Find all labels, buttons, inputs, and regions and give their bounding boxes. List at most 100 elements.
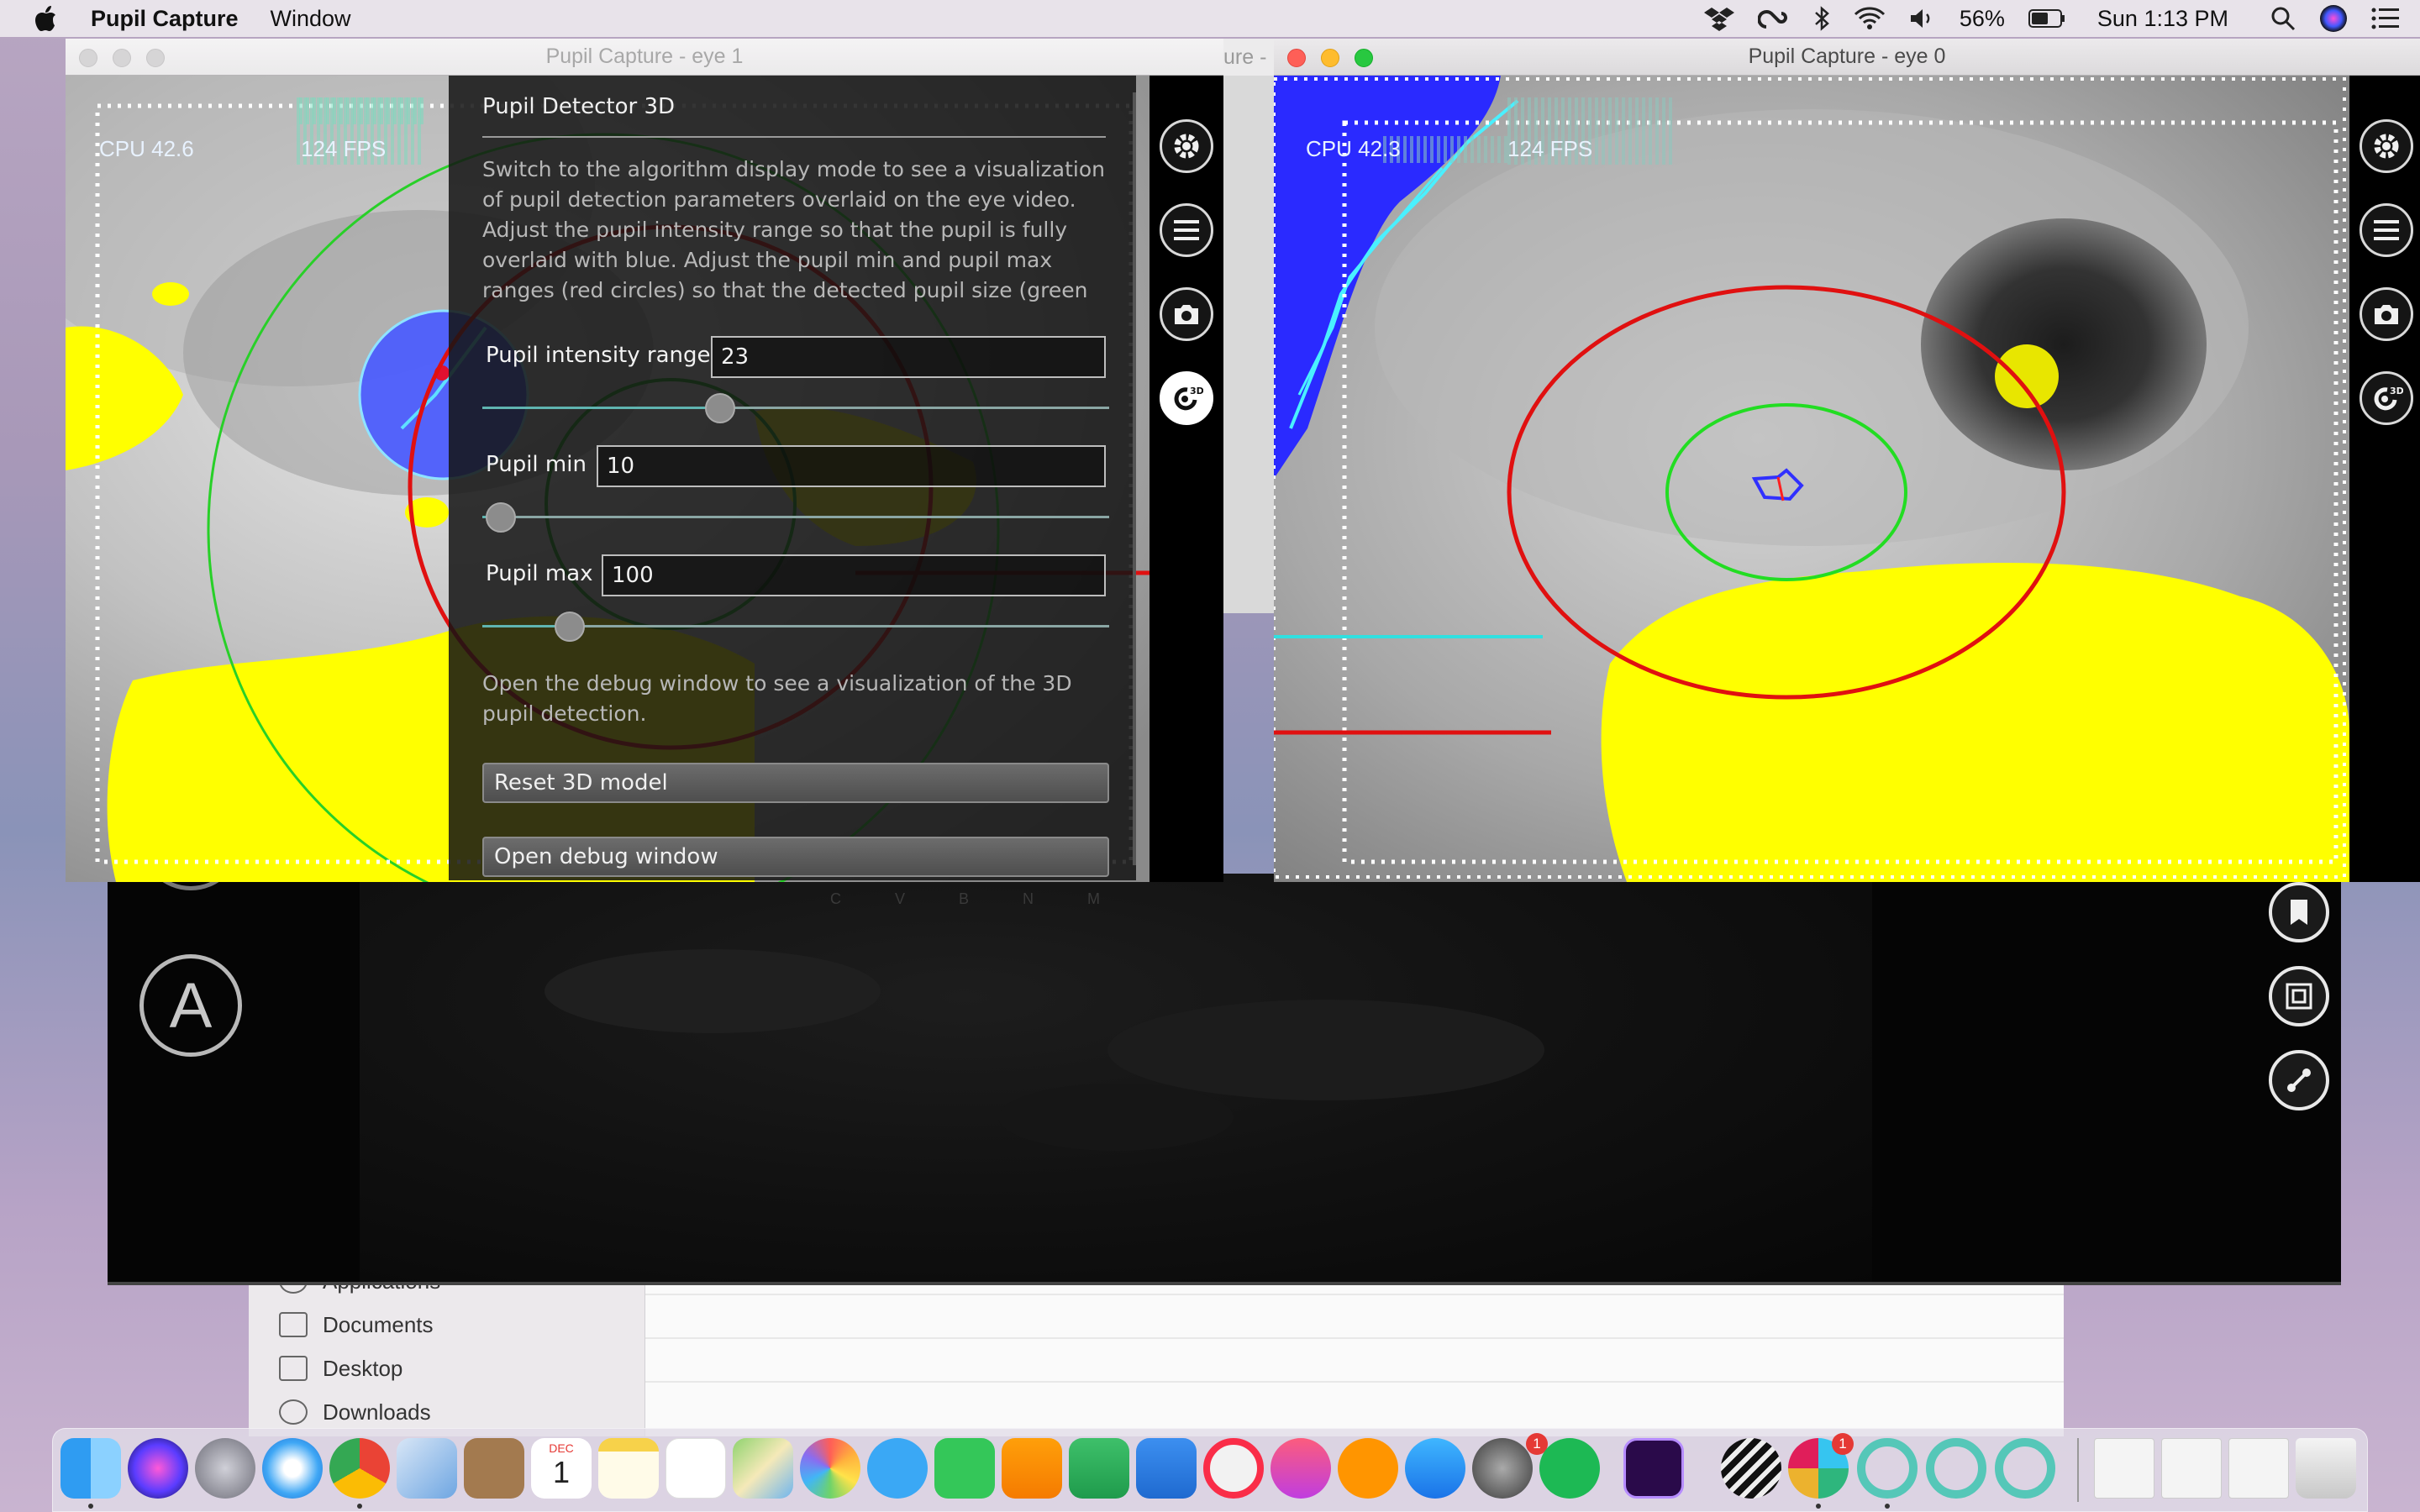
- bookmark-icon[interactable]: [2269, 882, 2329, 942]
- eye0-fps-readout: 124 FPS: [1507, 136, 1593, 161]
- close-window-button[interactable]: [1287, 49, 1306, 67]
- wifi-icon[interactable]: [1854, 7, 1886, 30]
- reset-3d-model-button[interactable]: Reset 3D model: [482, 763, 1109, 803]
- gear-icon[interactable]: [2360, 119, 2413, 173]
- 3d-detector-icon[interactable]: 3D: [2360, 371, 2413, 425]
- volume-icon[interactable]: [1909, 7, 1936, 30]
- siri-dock-icon[interactable]: [128, 1438, 188, 1499]
- debug-hint: Open the debug window to see a visualiza…: [482, 671, 1072, 726]
- pupil-max-slider-handle[interactable]: [555, 612, 586, 642]
- maps-icon[interactable]: [733, 1438, 793, 1499]
- striped-app-icon[interactable]: [1721, 1438, 1781, 1499]
- network-link-icon[interactable]: [2269, 1050, 2329, 1110]
- downloads-icon: [279, 1399, 308, 1425]
- recent-document-icon[interactable]: [2094, 1438, 2154, 1499]
- pages-icon[interactable]: [1002, 1438, 1062, 1499]
- creative-cloud-icon[interactable]: [1757, 7, 1790, 30]
- minimize-window-button[interactable]: [1321, 49, 1339, 67]
- menu-list-icon[interactable]: [1160, 203, 1213, 257]
- sidebar-item-documents[interactable]: Documents: [279, 1304, 434, 1346]
- auto-calibration-button[interactable]: A: [139, 954, 242, 1057]
- eye1-title: Pupil Capture - eye 1: [545, 45, 744, 68]
- camera-icon[interactable]: [2360, 287, 2413, 341]
- calendar-month: DEC: [549, 1441, 574, 1455]
- calendar-day: 1: [552, 1455, 571, 1489]
- siri-icon[interactable]: [2319, 4, 2348, 33]
- battery-icon[interactable]: [2028, 8, 2065, 29]
- pupil-max-input[interactable]: 100: [602, 554, 1106, 596]
- battery-percent: 56%: [1959, 5, 2005, 31]
- finder-sidebar: Applications Documents Desktop Downloads: [249, 1260, 645, 1436]
- calendar-icon[interactable]: DEC 1: [531, 1438, 592, 1499]
- apple-icon[interactable]: [34, 5, 57, 32]
- world-window-border: [108, 1282, 2341, 1285]
- background-window-fragment: ure -: [1223, 39, 1274, 76]
- intensity-input[interactable]: 23: [711, 336, 1106, 378]
- gear-icon[interactable]: [1160, 119, 1213, 173]
- menu-list-icon[interactable]: [2360, 203, 2413, 257]
- notification-center-icon[interactable]: [2371, 7, 2400, 30]
- pupil-min-slider-track[interactable]: [482, 516, 1109, 518]
- pupil-capture-icon[interactable]: [1857, 1438, 1918, 1499]
- finder-row-divider: [645, 1337, 2064, 1339]
- running-indicator: [88, 1504, 93, 1509]
- eye1-title-bar[interactable]: Pupil Capture - eye 1: [66, 39, 1223, 76]
- reminders-icon[interactable]: [666, 1438, 726, 1499]
- contacts-icon[interactable]: [464, 1438, 524, 1499]
- recent-document-icon[interactable]: [2228, 1438, 2289, 1499]
- app-store-icon[interactable]: [1405, 1438, 1465, 1499]
- spotlight-search-icon[interactable]: [2270, 6, 2296, 31]
- sidebar-item-downloads[interactable]: Downloads: [279, 1391, 431, 1433]
- keynote-icon[interactable]: [1136, 1438, 1197, 1499]
- spotify-icon[interactable]: [1539, 1438, 1600, 1499]
- pupil-player-icon[interactable]: [1926, 1438, 1986, 1499]
- launchpad-icon[interactable]: [195, 1438, 255, 1499]
- photos-icon[interactable]: [800, 1438, 860, 1499]
- eye0-title-bar[interactable]: Pupil Capture - eye 0: [1274, 39, 2420, 76]
- close-window-button[interactable]: [79, 49, 97, 67]
- news-icon[interactable]: [1203, 1438, 1264, 1499]
- zoom-window-button[interactable]: [146, 49, 165, 67]
- premiere-pro-icon[interactable]: [1623, 1438, 1684, 1499]
- sidebar-item-label: Desktop: [323, 1355, 403, 1381]
- pupil-min-slider-handle[interactable]: [486, 502, 517, 533]
- notification-badge: 1: [1832, 1433, 1854, 1455]
- notes-icon[interactable]: [598, 1438, 659, 1499]
- app-menu[interactable]: Pupil Capture: [91, 6, 239, 32]
- pupil-service-icon[interactable]: [1995, 1438, 2055, 1499]
- trash-icon[interactable]: [2296, 1438, 2356, 1499]
- zoom-window-button[interactable]: [1355, 49, 1373, 67]
- minimize-window-button[interactable]: [113, 49, 131, 67]
- books-icon[interactable]: [1338, 1438, 1398, 1499]
- clock[interactable]: Sun 1:13 PM: [2097, 6, 2228, 32]
- eye0-window-controls: [1287, 49, 1388, 67]
- messages-icon[interactable]: [867, 1438, 928, 1499]
- mail-icon[interactable]: [397, 1438, 457, 1499]
- surface-tracker-icon[interactable]: [2269, 966, 2329, 1026]
- system-preferences-icon[interactable]: [1472, 1438, 1533, 1499]
- dropbox-icon[interactable]: [1703, 6, 1734, 31]
- recent-document-icon[interactable]: [2161, 1438, 2222, 1499]
- camera-icon[interactable]: [1160, 287, 1213, 341]
- 3d-detector-icon[interactable]: 3D: [1160, 371, 1213, 425]
- open-debug-window-button[interactable]: Open debug window: [482, 837, 1109, 877]
- pupil-min-input[interactable]: 10: [597, 445, 1106, 487]
- numbers-icon[interactable]: [1069, 1438, 1129, 1499]
- desktop-icon: [279, 1356, 308, 1381]
- finder-icon[interactable]: [60, 1438, 121, 1499]
- 3d-icon-label: 3D: [2390, 386, 2403, 396]
- facetime-icon[interactable]: [934, 1438, 995, 1499]
- menu-title-divider: [482, 136, 1106, 138]
- sidebar-item-desktop[interactable]: Desktop: [279, 1347, 402, 1389]
- intensity-slider-handle[interactable]: [705, 393, 736, 423]
- safari-icon[interactable]: [262, 1438, 323, 1499]
- music-icon[interactable]: [1270, 1438, 1331, 1499]
- eye1-cpu-readout: CPU 42.6: [99, 136, 194, 161]
- bluetooth-icon[interactable]: [1813, 6, 1830, 31]
- sidebar-item-label: Downloads: [323, 1399, 431, 1425]
- documents-icon: [279, 1312, 308, 1337]
- chrome-icon[interactable]: [329, 1438, 390, 1499]
- menu-scrollbar[interactable]: [1133, 92, 1136, 865]
- status-area: 56% Sun 1:13 PM: [1692, 0, 2420, 37]
- window-menu[interactable]: Window: [271, 6, 351, 32]
